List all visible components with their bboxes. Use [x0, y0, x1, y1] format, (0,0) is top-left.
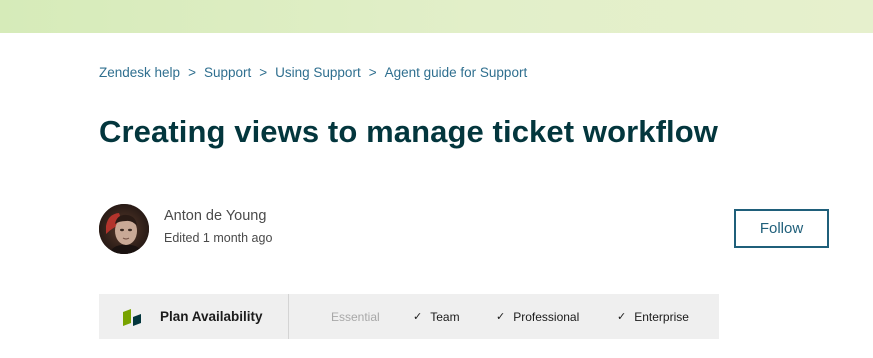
page-title: Creating views to manage ticket workflow: [99, 114, 718, 149]
breadcrumb-item-support[interactable]: Support: [204, 65, 251, 80]
breadcrumb-separator: >: [188, 65, 196, 80]
avatar[interactable]: [99, 204, 149, 254]
article-author: Anton de Young Edited 1 month ago: [99, 204, 272, 254]
plan-tier-team: ✓ Team: [413, 294, 460, 339]
author-meta: Anton de Young Edited 1 month ago: [164, 206, 272, 248]
check-icon: ✓: [617, 311, 627, 323]
plan-tier-enterprise: ✓ Enterprise: [617, 294, 689, 339]
plan-tier-name: Team: [430, 309, 460, 324]
breadcrumb-item-using-support[interactable]: Using Support: [275, 65, 361, 80]
plan-tier-name: Essential: [331, 309, 380, 324]
follow-button[interactable]: Follow: [734, 209, 829, 248]
plan-tier-name: Enterprise: [634, 309, 689, 324]
plan-availability-label: Plan Availability: [160, 309, 263, 324]
breadcrumb-separator: >: [368, 65, 377, 80]
check-icon: ✓: [496, 311, 506, 323]
plan-tier-name: Professional: [513, 309, 580, 324]
plan-availability-bar: Plan Availability Essential ✓ Team ✓ Pro…: [99, 294, 719, 339]
plan-tier-professional: ✓ Professional: [496, 294, 579, 339]
breadcrumb-item-zendesk-help[interactable]: Zendesk help: [99, 65, 180, 80]
plan-tier-essential: Essential: [331, 294, 380, 339]
plan-availability-header: Plan Availability: [99, 294, 289, 339]
edited-timestamp: Edited 1 month ago: [164, 231, 273, 245]
zendesk-logo-icon: [123, 308, 141, 326]
top-banner: [0, 0, 873, 33]
breadcrumb-separator: >: [259, 65, 268, 80]
breadcrumb-item-agent-guide[interactable]: Agent guide for Support: [385, 65, 528, 80]
breadcrumb: Zendesk help > Support > Using Support >…: [99, 65, 527, 80]
author-name[interactable]: Anton de Young: [164, 206, 272, 226]
avatar-image: [99, 204, 149, 254]
check-icon: ✓: [413, 311, 423, 323]
